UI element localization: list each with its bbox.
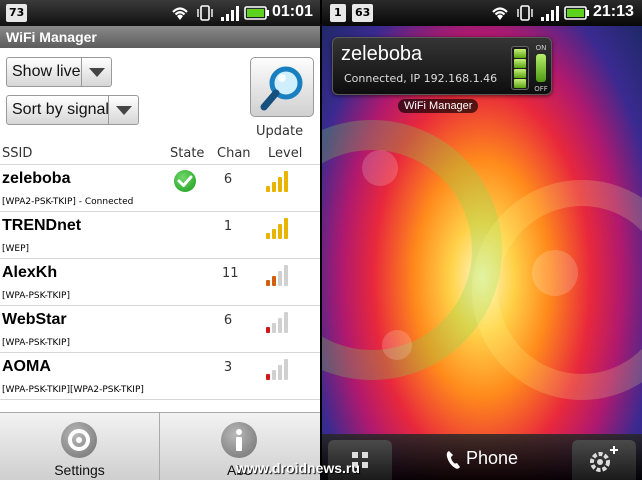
status-time: 21:13: [593, 3, 634, 20]
network-ssid: TRENDnet: [2, 217, 82, 234]
home-screen: 1 63 21:13 zeleboba Connected, IP 192.16…: [322, 0, 642, 480]
personalize-button[interactable]: [572, 440, 636, 480]
network-channel: 6: [223, 172, 233, 187]
chevron-down-icon: [108, 96, 138, 124]
widget-status: Connected, IP 192.168.1.46: [344, 72, 498, 85]
magnifier-icon: [260, 66, 303, 111]
status-bar: 73 01:01: [0, 0, 320, 26]
connected-check-icon: [174, 170, 196, 192]
network-ssid: AOMA: [2, 358, 51, 375]
header-ssid: SSID: [2, 146, 33, 161]
network-ssid: AlexKh: [2, 264, 58, 281]
divider: [0, 258, 320, 259]
widget-caption: WiFi Manager: [398, 99, 479, 113]
wifi-manager-screen: 73 01:01 WiFi Manager Show live Sort by …: [0, 0, 320, 480]
sort-spinner-label: Sort by signal: [12, 101, 109, 118]
divider: [0, 305, 320, 306]
screenshot-composite: 73 01:01 WiFi Manager Show live Sort by …: [0, 0, 642, 480]
chevron-down-icon: [81, 58, 111, 86]
network-security: [WPA2-PSK-TKIP] - Connected: [2, 197, 134, 207]
wifi-widget[interactable]: zeleboba Connected, IP 192.168.1.46 ON O…: [332, 37, 552, 95]
vibrate-icon: [517, 5, 533, 21]
settings-label: Settings: [54, 462, 105, 478]
gear-plus-icon: [590, 446, 618, 472]
widget-signal-icon: [511, 46, 529, 90]
update-label: Update: [256, 124, 304, 139]
signal-icon: [221, 6, 239, 21]
battery-icon: [564, 6, 589, 20]
phone-icon: [446, 451, 460, 469]
filter-spinner[interactable]: Show live: [6, 57, 112, 87]
app-title: WiFi Manager: [0, 26, 320, 48]
scan-button[interactable]: [250, 57, 314, 117]
wifi-toggle[interactable]: ON OFF: [533, 44, 549, 93]
notification-count-badge: 73: [6, 4, 28, 22]
signal-level-icon: [266, 217, 292, 239]
network-channel: 11: [222, 266, 239, 281]
divider: [0, 164, 320, 165]
signal-level-icon: [266, 358, 292, 380]
network-channel: 1: [223, 219, 233, 234]
signal-icon: [541, 6, 559, 21]
signal-level-icon: [266, 311, 292, 333]
network-channel: 3: [223, 360, 233, 375]
filter-spinner-label: Show live: [12, 63, 81, 80]
header-state: State: [170, 146, 205, 161]
toggle-knob: [536, 54, 546, 82]
network-channel: 6: [223, 313, 233, 328]
wallpaper-bokeh: [382, 330, 412, 360]
status-bar: 1 63 21:13: [322, 0, 642, 26]
vibrate-icon: [197, 5, 213, 21]
divider: [0, 399, 320, 400]
watermark: www.droidnews.ru: [236, 460, 360, 476]
network-security: [WPA-PSK-TKIP][WPA2-PSK-TKIP]: [2, 385, 144, 395]
header-chan: Chan: [217, 146, 251, 161]
network-security: [WPA-PSK-TKIP]: [2, 338, 70, 348]
signal-level-icon: [266, 264, 292, 286]
toggle-off-label: OFF: [534, 85, 548, 93]
network-security: [WEP]: [2, 244, 30, 254]
status-time: 01:01: [272, 3, 313, 20]
dock: Phone: [322, 434, 642, 480]
header-level: Level: [268, 146, 303, 161]
wallpaper-bokeh: [362, 150, 398, 186]
network-ssid: WebStar: [2, 311, 67, 328]
settings-button[interactable]: Settings: [0, 413, 159, 480]
gear-icon: [61, 422, 97, 458]
wifi-icon: [172, 7, 188, 20]
wallpaper-bokeh: [532, 250, 578, 296]
widget-ssid: zeleboba: [341, 43, 423, 65]
wifi-icon: [492, 7, 508, 20]
battery-icon: [244, 6, 269, 20]
divider: [0, 352, 320, 353]
toggle-on-label: ON: [535, 44, 547, 52]
info-icon: [221, 422, 257, 458]
signal-level-icon: [266, 170, 292, 192]
notification-count-badge: 63: [352, 4, 374, 22]
calendar-icon: 1: [330, 4, 346, 22]
sort-spinner[interactable]: Sort by signal: [6, 95, 139, 125]
wallpaper-swirl: [322, 120, 502, 380]
network-ssid: zeleboba: [2, 170, 71, 187]
divider: [0, 211, 320, 212]
network-security: [WPA-PSK-TKIP]: [2, 291, 70, 301]
phone-label: Phone: [466, 448, 519, 468]
